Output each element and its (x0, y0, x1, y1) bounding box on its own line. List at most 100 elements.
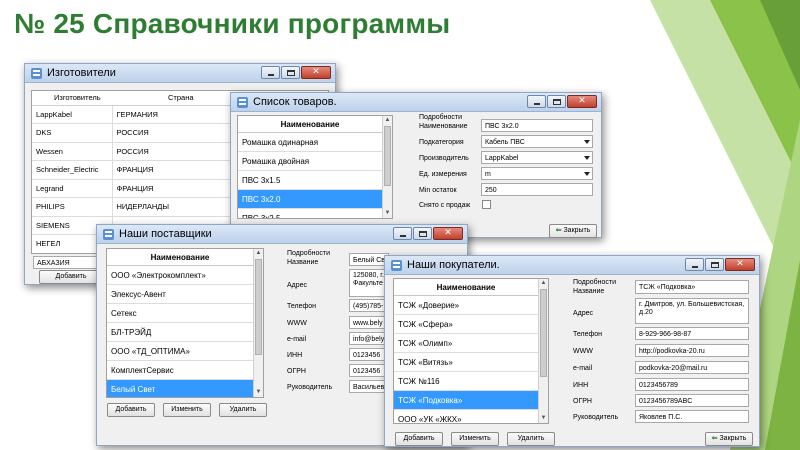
minimize-icon (534, 103, 540, 105)
list-header[interactable]: Наименование (238, 116, 382, 133)
head-field[interactable]: Васильев (349, 380, 389, 393)
list-item[interactable]: Элексус-Авент (107, 285, 253, 304)
scroll-up-icon[interactable]: ▲ (539, 279, 548, 288)
list-item[interactable]: ПВС 3х1.5 (238, 171, 382, 190)
add-button[interactable]: Добавить (107, 403, 155, 417)
scroll-down-icon[interactable]: ▼ (383, 209, 392, 218)
list-item[interactable]: ТСЖ «Олимп» (394, 334, 538, 353)
edit-button[interactable]: Изменить (451, 432, 499, 446)
window-icon (102, 228, 115, 241)
maximize-button[interactable] (705, 258, 724, 271)
title-bar[interactable]: Список товаров. ✕ (231, 93, 601, 112)
list-item[interactable]: ТСЖ «Витязь» (394, 353, 538, 372)
column-header-manufacturer[interactable]: Изготовитель (32, 91, 112, 106)
list-item[interactable]: КомплектСервис (107, 361, 253, 380)
address-field[interactable]: 125080, г. Факульте (349, 269, 389, 297)
close-button[interactable]: ✕ (433, 227, 463, 240)
scrollbar[interactable]: ▲ ▼ (253, 249, 263, 397)
list-item[interactable]: ПВС 3х2.5 (238, 209, 382, 218)
list-item[interactable]: ТСЖ «Сфера» (394, 315, 538, 334)
scroll-thumb[interactable] (384, 126, 391, 186)
window-icon (390, 259, 403, 272)
maximize-icon (711, 262, 719, 268)
add-button[interactable]: Добавить (395, 432, 443, 446)
suppliers-list[interactable]: Наименование ООО «Электрокомплект» Элекс… (106, 248, 264, 398)
delete-button[interactable]: Удалить (219, 403, 267, 417)
close-button[interactable]: ⇐ Закрыть (705, 432, 753, 446)
name-field[interactable]: ПВС 3х2.0 (481, 119, 593, 132)
list-header[interactable]: Наименование (394, 279, 538, 296)
maximize-button[interactable] (547, 95, 566, 108)
scroll-up-icon[interactable]: ▲ (254, 249, 263, 258)
list-item[interactable]: Ромашка двойная (238, 152, 382, 171)
minimize-button[interactable] (685, 258, 704, 271)
email-field[interactable]: podkovka-20@mail.ru (635, 361, 749, 374)
goods-list[interactable]: Наименование Ромашка одинарная Ромашка д… (237, 115, 393, 219)
close-button[interactable]: ✕ (301, 66, 331, 79)
head-field[interactable]: Яковлев П.С. (635, 410, 749, 423)
inn-field[interactable]: 0123456789 (635, 378, 749, 391)
maximize-button[interactable] (281, 66, 300, 79)
title-bar[interactable]: Наши покупатели. ✕ (385, 256, 759, 275)
scroll-up-icon[interactable]: ▲ (383, 116, 392, 125)
list-header[interactable]: Наименование (107, 249, 253, 266)
maximize-button[interactable] (413, 227, 432, 240)
list-item[interactable]: ТСЖ №116 (394, 372, 538, 391)
title-bar[interactable]: Изготовители ✕ (25, 64, 335, 83)
list-item-selected[interactable]: ТСЖ «Подковка» (394, 391, 538, 410)
list-item-selected[interactable]: ПВС 3х2.0 (238, 190, 382, 209)
unit-combo[interactable]: m (481, 167, 593, 180)
inn-field[interactable]: 0123456 (349, 348, 389, 361)
scrollbar[interactable]: ▲ ▼ (538, 279, 548, 423)
list-item[interactable]: ООО «ТД_ОПТИМА» (107, 342, 253, 361)
ogrn-field[interactable]: 0123456789ABC (635, 394, 749, 407)
list-item[interactable]: Сетекс (107, 304, 253, 323)
table-cell: PHILIPS (32, 197, 113, 217)
email-field[interactable]: info@bely (349, 332, 389, 345)
minimize-icon (692, 266, 698, 268)
edit-button[interactable]: Изменить (163, 403, 211, 417)
close-icon: ✕ (736, 259, 744, 269)
scroll-thumb[interactable] (255, 259, 262, 355)
table-cell: Schneider_Electric (32, 160, 113, 180)
name-label: Наименование (419, 123, 468, 130)
subcategory-combo[interactable]: Кабель ПВС (481, 135, 593, 148)
address-field[interactable]: г. Дмитров, ул. Большевистская, д.20 (635, 298, 749, 324)
scrollbar[interactable]: ▲ ▼ (382, 116, 392, 218)
customers-window: Наши покупатели. ✕ Наименование ТСЖ «Дов… (384, 255, 760, 447)
manufacturer-combo[interactable]: LappKabel (481, 151, 593, 164)
list-item[interactable]: ООО «Электрокомплект» (107, 266, 253, 285)
scroll-down-icon[interactable]: ▼ (254, 388, 263, 397)
discontinued-checkbox[interactable] (482, 200, 491, 209)
www-field[interactable]: www.bely (349, 316, 389, 329)
close-button[interactable]: ✕ (567, 95, 597, 108)
title-bar[interactable]: Наши поставщики ✕ (97, 225, 467, 244)
list-item[interactable]: Ромашка одинарная (238, 133, 382, 152)
www-field[interactable]: http://podkovka-20.ru (635, 344, 749, 357)
www-label: WWW (287, 320, 307, 327)
list-item[interactable]: ТСЖ «Доверие» (394, 296, 538, 315)
minimize-button[interactable] (527, 95, 546, 108)
scroll-thumb[interactable] (540, 289, 547, 377)
list-item[interactable]: ООО «УК «ЖКХ» (394, 410, 538, 423)
scroll-down-icon[interactable]: ▼ (539, 414, 548, 423)
minimize-button[interactable] (393, 227, 412, 240)
list-item[interactable]: БЛ-ТРЭЙД (107, 323, 253, 342)
phone-field[interactable]: (495)785- (349, 299, 389, 312)
subcategory-value: Кабель ПВС (485, 139, 525, 146)
table-cell: DKS (32, 123, 113, 143)
phone-field[interactable]: 8-929-966-98-87 (635, 327, 749, 340)
goods-window: Список товаров. ✕ Наименование Ромашка о… (230, 92, 602, 238)
add-button[interactable]: Добавить (39, 270, 103, 284)
name-field[interactable]: Белый Свет (349, 253, 389, 266)
delete-button[interactable]: Удалить (507, 432, 555, 446)
close-button[interactable]: ⇐ Закрыть (549, 224, 597, 238)
ogrn-field[interactable]: 0123456 (349, 364, 389, 377)
minimize-button[interactable] (261, 66, 280, 79)
list-item-selected[interactable]: Белый Свет (107, 380, 253, 397)
min-stock-field[interactable]: 250 (481, 183, 593, 196)
exit-icon: ⇐ (711, 435, 718, 442)
name-field[interactable]: ТСЖ «Подковка» (635, 280, 749, 294)
customers-list[interactable]: Наименование ТСЖ «Доверие» ТСЖ «Сфера» Т… (393, 278, 549, 424)
close-button[interactable]: ✕ (725, 258, 755, 271)
